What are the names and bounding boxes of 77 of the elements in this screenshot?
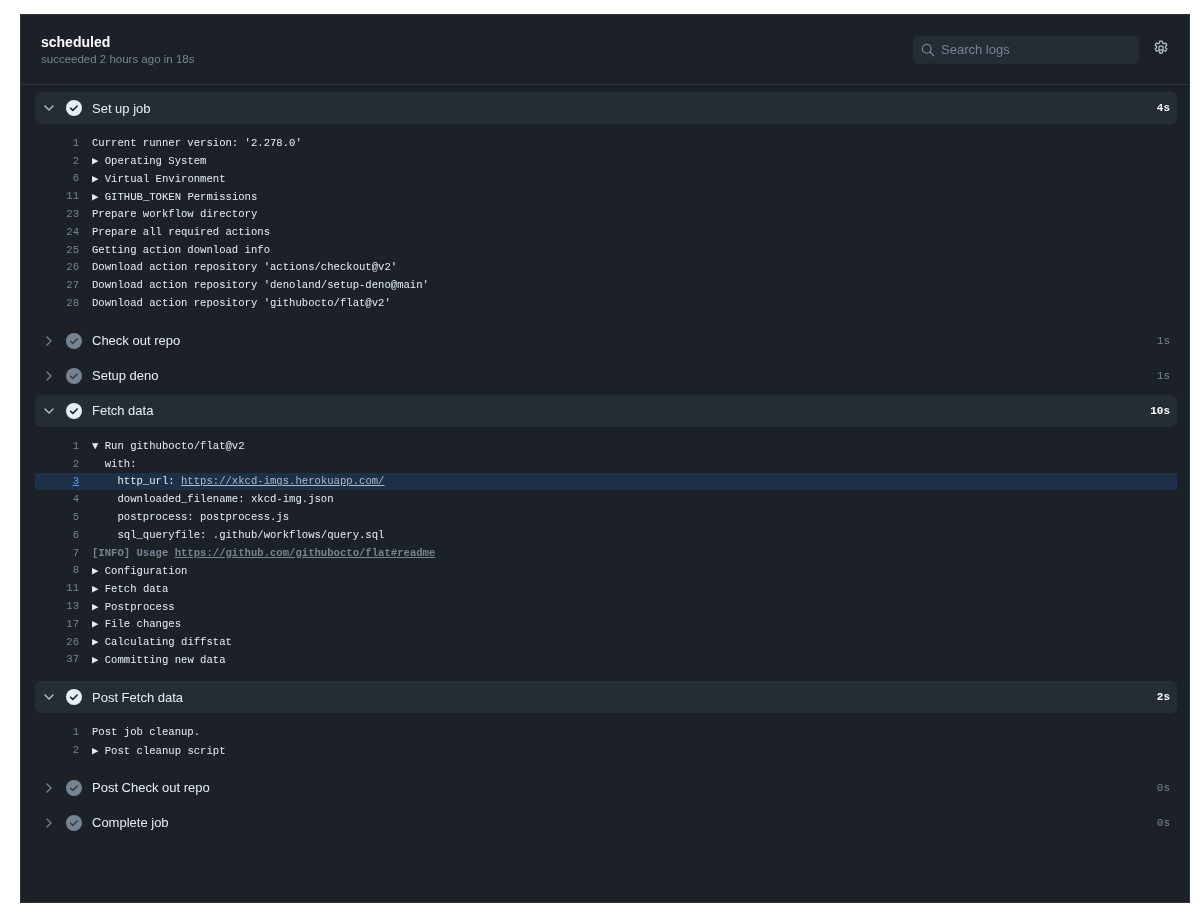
line-number[interactable]: 17 — [35, 617, 79, 630]
step-duration: 0s — [1156, 781, 1170, 794]
log-text: ▶ Post cleanup script — [92, 743, 226, 757]
log-text: with: — [103, 457, 137, 470]
step-duration: 4s — [1156, 102, 1170, 114]
step-header[interactable]: Set up job 4s — [35, 92, 1177, 124]
log-text: Download action repository 'denoland/setup-deno@main' — [92, 279, 429, 292]
line-number[interactable]: 24 — [35, 225, 79, 238]
log-text: Prepare workflow directory — [92, 208, 258, 221]
line-number[interactable]: 1 — [35, 439, 79, 452]
log-text: ▶ GITHUB_TOKEN Permissions — [92, 189, 258, 203]
line-number[interactable]: 1 — [35, 136, 79, 149]
log-text: ▶ Operating System — [92, 154, 207, 168]
step-duration: 2s — [1156, 691, 1170, 704]
line-number[interactable]: 3 — [35, 475, 79, 488]
line-number[interactable]: 27 — [35, 279, 79, 292]
line-number[interactable]: 1 — [35, 726, 79, 739]
link[interactable]: https://github.com/githubocto/flat#readme — [174, 546, 436, 559]
step-duration: 1s — [1156, 369, 1170, 382]
search-field[interactable]: Search logs — [913, 35, 1139, 64]
step-header[interactable]: Fetch data 10s — [35, 394, 1177, 427]
line-number[interactable]: 8 — [35, 564, 79, 577]
job-status-text: succeeded 2 hours ago in 18s — [41, 53, 196, 65]
line-number[interactable]: 2 — [35, 744, 79, 756]
log-text: ▶ Virtual Environment — [92, 172, 226, 185]
log-text: ▶ Fetch data — [92, 581, 169, 595]
log-text: Post job cleanup. — [92, 726, 201, 739]
line-number[interactable]: 6 — [35, 528, 79, 541]
log-text: sql_queryfile: .github/workflows/query.sql — [116, 528, 385, 541]
line-number[interactable]: 26 — [35, 635, 79, 648]
line-number[interactable]: 13 — [35, 600, 79, 613]
line-number[interactable]: 2 — [35, 154, 79, 167]
line-number[interactable]: 5 — [35, 511, 79, 524]
log-text: ▶ Committing new data — [92, 652, 226, 666]
line-number[interactable]: 37 — [35, 653, 79, 666]
log-text: [INFO] Usage https://github.com/githubocto/flat#readme — [92, 546, 436, 559]
check-circle-icon — [66, 402, 82, 419]
settings-icon[interactable] — [1153, 39, 1169, 56]
log-text: Prepare all required actions — [92, 225, 270, 238]
step-header[interactable]: Complete job 0s — [35, 806, 1177, 839]
log-text: downloaded_filename: xkcd-img.json — [116, 493, 334, 506]
log-text: ▼ Run githubocto/flat@v2 — [92, 439, 245, 452]
line-number[interactable]: 4 — [35, 493, 79, 506]
line-number[interactable]: 26 — [35, 261, 79, 274]
log-text: Current runner version: '2.278.0' — [92, 136, 302, 149]
log-text: Download action repository 'actions/checkout@v2' — [92, 261, 398, 274]
step-duration: 1s — [1156, 334, 1170, 347]
step-duration: 10s — [1150, 404, 1170, 417]
line-number[interactable]: 6 — [35, 172, 79, 185]
log-text: Download action repository 'githubocto/flat@v2' — [92, 297, 391, 310]
log-text: ▶ Postprocess — [92, 599, 175, 613]
log-text: ▶ File changes — [92, 617, 182, 631]
log-text: ▶ Calculating diffstat — [92, 635, 232, 649]
step-header[interactable]: Post Check out repo 0s — [35, 771, 1177, 804]
step-header[interactable]: Check out repo 1s — [35, 324, 1177, 357]
line-number[interactable]: 25 — [35, 243, 79, 256]
step-header[interactable]: Setup deno 1s — [35, 359, 1177, 392]
check-circle-icon — [66, 332, 82, 349]
line-number[interactable]: 7 — [35, 546, 79, 559]
log-text: http_url: https://xkcd-imgs.herokuapp.com/ — [116, 475, 385, 488]
link[interactable]: https://xkcd-imgs.herokuapp.com/ — [181, 475, 385, 488]
step-header[interactable]: Post Fetch data 2s — [35, 681, 1177, 714]
check-circle-icon — [66, 100, 82, 116]
log-text: postprocess: postprocess.js — [116, 511, 290, 524]
line-number[interactable]: 11 — [35, 582, 79, 595]
log-text: ▶ Configuration — [92, 563, 188, 577]
check-circle-icon — [66, 814, 82, 831]
check-circle-icon — [66, 689, 82, 706]
line-number[interactable]: 11 — [35, 190, 79, 203]
job-title: scheduled — [41, 34, 112, 50]
step-duration: 0s — [1156, 816, 1170, 829]
line-number[interactable]: 28 — [35, 297, 79, 310]
check-circle-icon — [66, 367, 82, 384]
line-number[interactable]: 2 — [35, 457, 79, 470]
log-text: Getting action download info — [92, 243, 270, 256]
line-number[interactable]: 23 — [35, 208, 79, 221]
check-circle-icon — [66, 779, 82, 796]
